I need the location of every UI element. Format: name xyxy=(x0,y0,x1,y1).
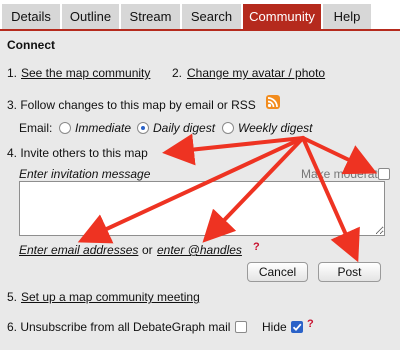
item5-number: 5. xyxy=(7,290,18,304)
make-moderator-checkbox[interactable] xyxy=(378,168,390,180)
or-text: or xyxy=(142,243,153,257)
tab-help[interactable]: Help xyxy=(323,4,371,30)
hide-checkbox[interactable] xyxy=(291,321,303,333)
radio-daily-digest[interactable] xyxy=(137,122,149,134)
community-panel: Connect 1. See the map community 2. Chan… xyxy=(0,31,400,350)
tab-community[interactable]: Community xyxy=(243,4,321,30)
tab-details[interactable]: Details xyxy=(2,4,60,30)
tab-stream[interactable]: Stream xyxy=(121,4,180,30)
radio-immediate[interactable] xyxy=(59,122,71,134)
follow-changes-text: 3. Follow changes to this map by email o… xyxy=(7,98,256,112)
hide-label: Hide xyxy=(262,320,287,334)
email-label: Email: xyxy=(19,121,53,135)
radio-daily-digest-label[interactable]: Daily digest xyxy=(153,121,215,135)
post-button[interactable]: Post xyxy=(318,262,381,282)
setup-meeting-link[interactable]: Set up a map community meeting xyxy=(21,290,200,304)
enter-handles-link[interactable]: enter @handles xyxy=(157,243,242,257)
item2-number: 2. xyxy=(172,66,183,80)
radio-weekly-digest-label[interactable]: Weekly digest xyxy=(238,121,312,135)
cancel-button[interactable]: Cancel xyxy=(247,262,308,282)
item1-number: 1. xyxy=(7,66,18,80)
change-avatar-link[interactable]: Change my avatar / photo xyxy=(187,66,325,80)
radio-weekly-digest[interactable] xyxy=(222,122,234,134)
help-question-icon[interactable]: ? xyxy=(253,241,260,253)
section-heading: Connect xyxy=(7,38,55,52)
enter-email-addresses-link[interactable]: Enter email addresses xyxy=(19,243,138,257)
unsubscribe-text: 6. Unsubscribe from all DebateGraph mail xyxy=(7,320,231,334)
help-question-icon-2[interactable]: ? xyxy=(307,318,314,330)
see-map-community-link[interactable]: See the map community xyxy=(21,66,150,80)
tab-search[interactable]: Search xyxy=(182,4,241,30)
make-moderator-label: Make moderator xyxy=(301,167,389,181)
invitation-message-input[interactable] xyxy=(19,181,385,236)
invite-others-text: 4. Invite others to this map xyxy=(7,146,148,160)
invitation-message-label: Enter invitation message xyxy=(19,167,151,181)
rss-icon[interactable] xyxy=(266,95,280,109)
unsubscribe-checkbox[interactable] xyxy=(235,321,247,333)
tab-outline[interactable]: Outline xyxy=(62,4,119,30)
radio-immediate-label[interactable]: Immediate xyxy=(75,121,131,135)
tab-bar: Details Outline Stream Search Community … xyxy=(0,0,400,31)
